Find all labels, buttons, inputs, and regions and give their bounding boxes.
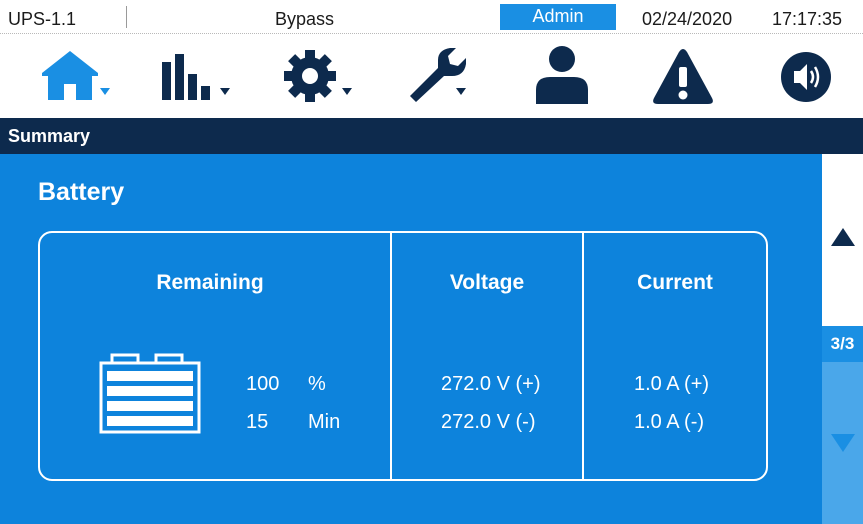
current-header: Current xyxy=(637,271,713,294)
status-bar: UPS-1.1 Bypass Admin 02/24/2020 17:17:35 xyxy=(0,0,863,34)
current-positive: 1.0 A (+) xyxy=(634,373,710,395)
gear-icon xyxy=(284,50,352,102)
user-badge[interactable]: Admin xyxy=(500,4,616,30)
battery-time-unit: Min xyxy=(308,411,341,433)
time-display: 17:17:35 xyxy=(772,9,843,29)
page-scroller: 3/3 xyxy=(822,154,863,524)
bar-chart-icon xyxy=(162,54,230,100)
triangle-down-icon xyxy=(831,434,855,452)
battery-time-value: 15 xyxy=(246,411,269,433)
battery-card: Remaining 100 % 15 Min Voltage 272.0 V (… xyxy=(38,231,768,481)
page-indicator: 3/3 xyxy=(822,326,863,362)
service-button[interactable] xyxy=(404,40,484,114)
status-divider xyxy=(126,6,127,28)
settings-button[interactable] xyxy=(280,40,360,114)
warning-icon xyxy=(653,49,713,104)
section-title: Battery xyxy=(38,178,125,206)
alarm-button[interactable] xyxy=(650,40,720,114)
home-button[interactable] xyxy=(36,40,116,114)
voltage-positive: 272.0 V (+) xyxy=(441,373,541,395)
card-divider xyxy=(390,233,392,479)
buzzer-button[interactable] xyxy=(776,40,836,114)
voltage-header: Voltage xyxy=(449,271,525,294)
date-display: 02/24/2020 xyxy=(642,9,733,29)
current-negative: 1.0 A (-) xyxy=(634,411,705,433)
scroll-up-button[interactable] xyxy=(822,154,863,326)
user-icon xyxy=(536,46,588,104)
toolbar xyxy=(0,40,863,114)
metering-button[interactable] xyxy=(158,40,238,114)
voltage-negative: 272.0 V (-) xyxy=(441,411,536,433)
remaining-header: Remaining xyxy=(156,271,264,294)
home-icon xyxy=(42,51,110,100)
device-name: UPS-1.1 xyxy=(8,9,77,29)
battery-percent-value: 100 xyxy=(246,373,280,395)
user-button[interactable] xyxy=(532,40,592,114)
battery-percent-unit: % xyxy=(308,373,326,395)
wrench-icon xyxy=(410,48,466,102)
scroll-down-button[interactable] xyxy=(822,362,863,524)
speaker-icon xyxy=(781,52,831,102)
card-divider xyxy=(582,233,584,479)
operating-mode: Bypass xyxy=(275,9,335,29)
page-title: Summary xyxy=(0,118,863,154)
battery-icon xyxy=(99,353,201,434)
main-panel: Battery Remaining 100 % 15 Min Voltage 2… xyxy=(0,154,822,524)
triangle-up-icon xyxy=(831,228,855,246)
